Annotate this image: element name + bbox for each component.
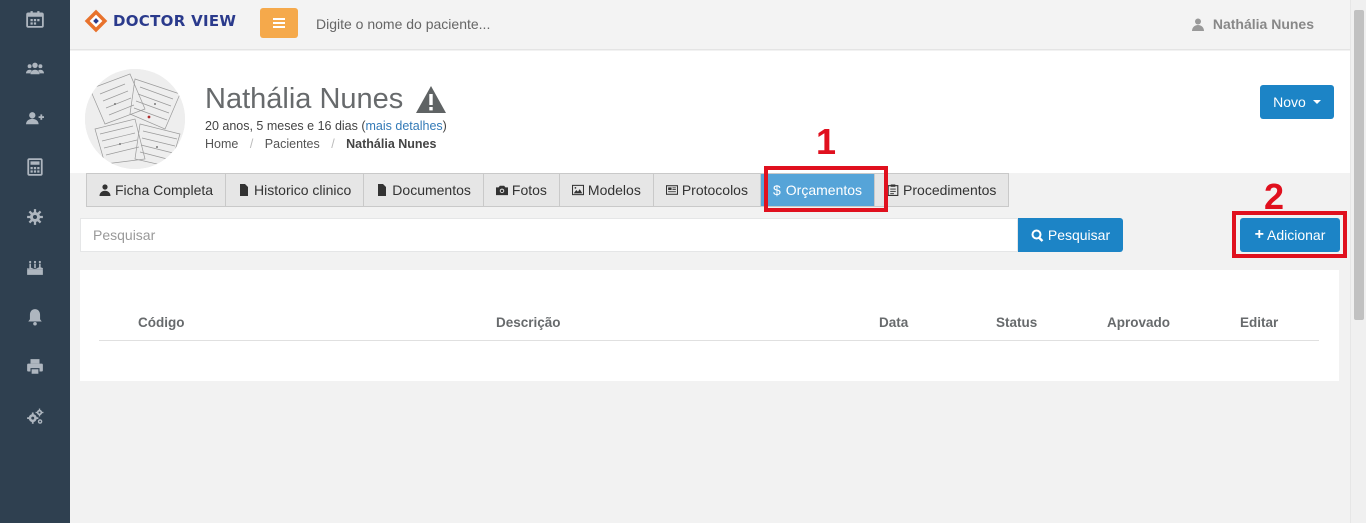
image-icon	[571, 184, 584, 196]
logo-text: DOCTOR VIEW	[113, 12, 237, 30]
newspaper-icon	[665, 185, 678, 195]
breadcrumb-current: Nathália Nunes	[346, 137, 437, 151]
sidebar-item-calendar[interactable]	[0, 2, 70, 36]
cogs-icon	[27, 408, 44, 424]
sidebar-item-patients[interactable]	[0, 51, 70, 85]
sidebar-item-add-patient[interactable]	[0, 101, 70, 135]
file-icon	[240, 184, 249, 196]
highlight-box-orcamentos	[764, 166, 888, 212]
patient-header: Nathália Nunes 20 anos, 5 meses e 16 dia…	[70, 51, 1350, 173]
sidebar-item-system[interactable]	[0, 400, 70, 434]
tab-fotos[interactable]: Fotos	[483, 173, 560, 207]
breadcrumb-home[interactable]: Home	[205, 137, 238, 151]
tab-protocolos[interactable]: Protocolos	[653, 173, 761, 207]
users-icon	[26, 62, 44, 75]
breadcrumb-patients[interactable]: Pacientes	[265, 137, 320, 151]
bell-icon	[28, 309, 42, 326]
logo-mark-icon	[84, 9, 108, 33]
patient-name-text: Nathália Nunes	[205, 83, 404, 115]
calculator-icon	[27, 158, 43, 176]
search-button[interactable]: Pesquisar	[1018, 218, 1123, 252]
tab-label: Historico clinico	[254, 182, 352, 198]
clipboard-icon	[887, 184, 899, 196]
sidebar-item-notifications[interactable]	[0, 300, 70, 334]
sidebar-item-birthdays[interactable]	[0, 250, 70, 284]
patient-search-input[interactable]	[316, 9, 716, 39]
tab-label: Modelos	[587, 182, 641, 198]
hamburger-icon	[273, 18, 285, 28]
user-name: Nathália Nunes	[1212, 16, 1314, 32]
tab-documentos[interactable]: Documentos	[364, 173, 484, 207]
column-header-editar[interactable]: Editar	[1240, 315, 1278, 330]
age-text: 20 anos, 5 meses e 16 dias (	[205, 119, 366, 133]
sidebar-item-settings[interactable]	[0, 200, 70, 234]
patient-name: Nathália Nunes	[205, 83, 447, 116]
column-header-codigo[interactable]: Código	[138, 315, 185, 330]
breadcrumb: Home / Pacientes / Nathália Nunes	[205, 137, 436, 151]
novo-label: Novo	[1273, 94, 1306, 110]
user-icon	[1191, 18, 1204, 31]
novo-dropdown-button[interactable]: Novo	[1260, 85, 1334, 119]
tab-label: Documentos	[392, 182, 471, 198]
column-header-aprovado[interactable]: Aprovado	[1107, 315, 1170, 330]
caret-down-icon	[1312, 100, 1321, 104]
tab-ficha-completa[interactable]: Ficha Completa	[86, 173, 227, 207]
tab-historico-clinico[interactable]: Historico clinico	[226, 173, 365, 207]
budgets-table-card: Código Descrição Data Status Aprovado Ed…	[80, 270, 1339, 381]
tab-procedimentos[interactable]: Procedimentos	[875, 173, 1010, 207]
menu-toggle-button[interactable]	[260, 8, 298, 38]
breadcrumb-separator: /	[331, 137, 335, 151]
scrollbar-thumb[interactable]	[1354, 10, 1364, 320]
page-scrollbar[interactable]	[1350, 0, 1366, 523]
sidebar	[0, 0, 70, 523]
file-icon	[378, 184, 387, 196]
add-user-icon	[26, 112, 44, 125]
search-icon	[1031, 229, 1044, 242]
top-navbar: DOCTOR VIEW Nathália Nunes	[70, 0, 1350, 50]
breadcrumb-separator: /	[249, 137, 254, 151]
plus-icon: +	[1254, 226, 1264, 243]
doctor-view-logo[interactable]: DOCTOR VIEW	[84, 9, 236, 33]
annotation-number-1: 1	[816, 121, 837, 162]
user-icon	[99, 184, 111, 196]
search-button-label: Pesquisar	[1047, 227, 1111, 243]
sidebar-item-calculator[interactable]	[0, 150, 70, 184]
calendar-icon	[26, 11, 44, 28]
tab-modelos[interactable]: Modelos	[559, 173, 654, 207]
patient-age: 20 anos, 5 meses e 16 dias (mais detalhe…	[205, 119, 447, 133]
warning-icon[interactable]	[415, 85, 447, 114]
gear-icon	[27, 209, 43, 225]
add-budget-button[interactable]: + Adicionar	[1240, 218, 1340, 252]
column-header-data[interactable]: Data	[879, 315, 908, 330]
column-header-status[interactable]: Status	[996, 315, 1037, 330]
printer-icon	[27, 359, 43, 375]
sidebar-item-print[interactable]	[0, 350, 70, 384]
patient-avatar[interactable]	[85, 69, 185, 169]
tab-label: Fotos	[511, 182, 547, 198]
age-close: )	[442, 119, 447, 133]
more-details-link[interactable]: mais detalhes	[366, 119, 443, 133]
user-menu[interactable]: Nathália Nunes	[1191, 16, 1314, 32]
tab-label: Protocolos	[681, 182, 748, 198]
tab-label: Procedimentos	[903, 182, 997, 198]
add-button-label: Adicionar	[1266, 227, 1326, 243]
table-header: Código Descrição Data Status Aprovado Ed…	[99, 304, 1319, 341]
cake-icon	[27, 260, 43, 275]
camera-icon	[495, 185, 508, 196]
column-header-descricao[interactable]: Descrição	[496, 315, 561, 330]
tab-label: Ficha Completa	[115, 182, 214, 198]
budget-search-input[interactable]	[80, 218, 1018, 252]
